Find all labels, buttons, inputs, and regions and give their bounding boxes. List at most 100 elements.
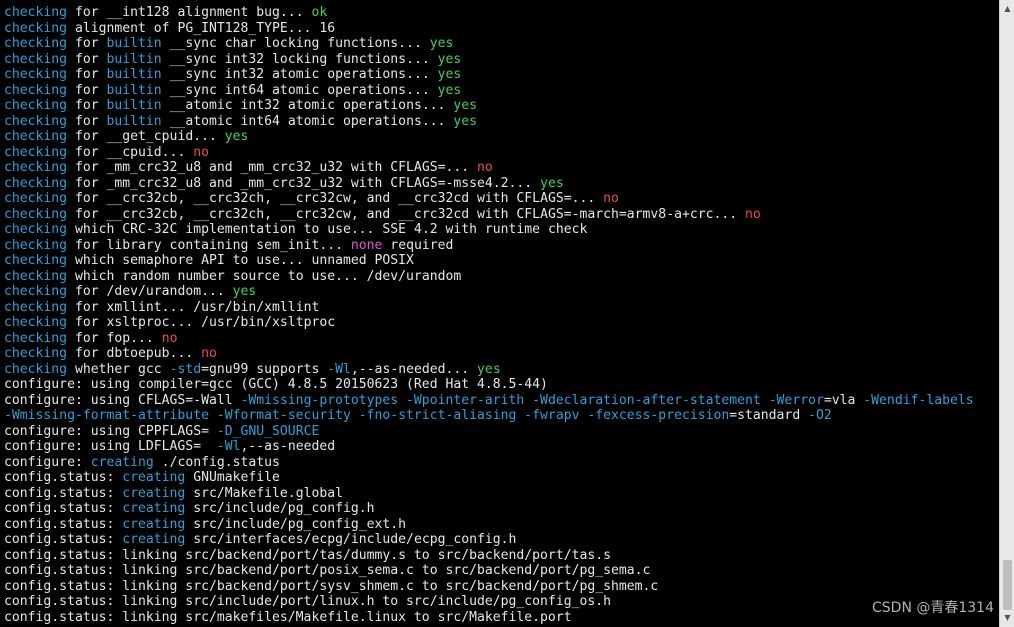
terminal-text-segment: configure: using LDFLAGS= bbox=[4, 439, 217, 454]
terminal-line: checking for /dev/urandom... yes bbox=[4, 284, 998, 300]
terminal-text-segment: checking bbox=[4, 129, 68, 144]
scrollbar-thumb[interactable] bbox=[1003, 560, 1012, 610]
terminal-line: checking alignment of PG_INT128_TYPE... … bbox=[4, 21, 998, 37]
terminal-text-segment: config.status: bbox=[4, 516, 123, 532]
terminal-text-segment: yes bbox=[437, 51, 462, 67]
terminal-text-segment: checking bbox=[4, 113, 68, 129]
terminal-text-segment: -std bbox=[169, 361, 202, 377]
terminal-line: checking for __crc32cb, __crc32ch, __crc… bbox=[4, 207, 998, 223]
terminal-text-segment: config.status: bbox=[4, 501, 123, 516]
terminal-line: configure: creating ./config.status bbox=[4, 455, 998, 471]
terminal-line: checking for __int128 alignment bug... o… bbox=[4, 5, 998, 21]
terminal-text-segment: alignment of PG_INT128_TYPE... 16 bbox=[67, 20, 336, 36]
terminal-text-segment: ,--as-needed... bbox=[350, 361, 478, 377]
terminal-text-segment: checking bbox=[4, 284, 68, 299]
terminal-text-segment: config.status: bbox=[4, 485, 123, 501]
terminal-text-segment: ok bbox=[311, 5, 328, 20]
terminal-line: checking for builtin __atomic int32 atom… bbox=[4, 98, 998, 114]
terminal-text-segment: for __get_cpuid... bbox=[67, 129, 225, 144]
terminal-text-segment: -Wl bbox=[216, 439, 241, 454]
terminal-text-segment: =standard bbox=[729, 408, 809, 423]
terminal-text-segment: ./config.status bbox=[153, 454, 280, 470]
terminal-text-segment: no bbox=[161, 330, 178, 346]
terminal-text-segment: for bbox=[67, 98, 107, 113]
terminal-line: checking for builtin __atomic int64 atom… bbox=[4, 114, 998, 130]
terminal-line: config.status: linking src/backend/port/… bbox=[4, 579, 998, 595]
terminal-line: configure: using compiler=gcc (GCC) 4.8.… bbox=[4, 377, 998, 393]
terminal-window[interactable]: checking for __int128 alignment bug... o… bbox=[0, 0, 1014, 627]
terminal-text-segment: -Wmissing-prototypes -Wpointer-arith -Wd… bbox=[240, 392, 824, 408]
terminal-text-segment: yes bbox=[437, 82, 462, 98]
terminal-text-segment: checking bbox=[4, 144, 68, 160]
terminal-text-segment: builtin bbox=[106, 82, 162, 98]
terminal-line: checking for builtin __sync int64 atomic… bbox=[4, 83, 998, 99]
terminal-text-segment: config.status: linking src/backend/port/… bbox=[4, 547, 611, 563]
terminal-text-segment: config.status: linking src/makefiles/Mak… bbox=[4, 609, 572, 625]
terminal-text-segment: whether gcc bbox=[67, 361, 170, 377]
terminal-text-segment: checking bbox=[4, 237, 68, 253]
terminal-text-segment: for dbtoepub... bbox=[67, 346, 202, 361]
terminal-text-segment: creating bbox=[122, 532, 186, 547]
terminal-text-segment: checking bbox=[4, 82, 68, 98]
terminal-text-segment: checking bbox=[4, 20, 68, 36]
terminal-text-segment: builtin bbox=[106, 36, 162, 51]
terminal-text-segment: no bbox=[603, 191, 619, 206]
terminal-text-segment: yes bbox=[232, 284, 257, 299]
terminal-text-segment: configure: using CPPFLAGS= bbox=[4, 423, 217, 439]
vertical-scrollbar[interactable]: ▲ ▼ bbox=[999, 0, 1014, 627]
terminal-line: config.status: linking src/makefiles/Mak… bbox=[4, 610, 998, 626]
terminal-text-segment: for bbox=[67, 67, 107, 82]
terminal-text-segment: config.status: linking src/include/port/… bbox=[4, 594, 611, 609]
terminal-text-segment: config.status: bbox=[4, 470, 123, 485]
terminal-text-segment: yes bbox=[453, 98, 478, 113]
scroll-up-arrow-icon[interactable]: ▲ bbox=[1000, 2, 1014, 16]
terminal-output: checking for __int128 alignment bug... o… bbox=[4, 5, 998, 625]
terminal-text-segment: no bbox=[193, 144, 209, 160]
terminal-line: config.status: creating GNUmakefile bbox=[4, 470, 998, 486]
terminal-text-segment: checking bbox=[4, 206, 68, 222]
terminal-text-segment: for bbox=[67, 82, 107, 98]
terminal-line: checking for xsltproc... /usr/bin/xsltpr… bbox=[4, 315, 998, 331]
terminal-text-segment: no bbox=[745, 206, 761, 222]
terminal-line: config.status: linking src/backend/port/… bbox=[4, 563, 998, 579]
terminal-line: checking for _mm_crc32_u8 and _mm_crc32_… bbox=[4, 160, 998, 176]
terminal-text-segment: configure: bbox=[4, 454, 91, 470]
terminal-text-segment: for xsltproc... /usr/bin/xsltproc bbox=[67, 315, 336, 330]
terminal-text-segment: which semaphore API to use... unnamed PO… bbox=[67, 253, 414, 268]
terminal-line: checking which random number source to u… bbox=[4, 269, 998, 285]
terminal-text-segment: which CRC-32C implementation to use... S… bbox=[67, 222, 588, 237]
terminal-line: checking which semaphore API to use... u… bbox=[4, 253, 998, 269]
terminal-text-segment: builtin bbox=[106, 51, 162, 67]
terminal-line: config.status: creating src/interfaces/e… bbox=[4, 532, 998, 548]
terminal-text-segment: builtin bbox=[106, 98, 162, 113]
terminal-text-segment: for /dev/urandom... bbox=[67, 284, 233, 299]
terminal-text-segment: =gnu99 supports bbox=[201, 361, 328, 377]
terminal-line: checking for __crc32cb, __crc32ch, __crc… bbox=[4, 191, 998, 207]
terminal-text-segment: checking bbox=[4, 253, 68, 268]
terminal-text-segment: checking bbox=[4, 222, 68, 237]
terminal-text-segment: builtin bbox=[106, 113, 162, 129]
terminal-line: -Wmissing-format-attribute -Wformat-secu… bbox=[4, 408, 998, 424]
terminal-text-segment: creating bbox=[122, 470, 186, 485]
terminal-text-segment: checking bbox=[4, 36, 68, 51]
terminal-text-segment: yes bbox=[453, 113, 478, 129]
terminal-line: checking for fop... no bbox=[4, 331, 998, 347]
terminal-line: config.status: creating src/include/pg_c… bbox=[4, 517, 998, 533]
terminal-text-segment: __atomic int64 atomic operations... bbox=[161, 113, 454, 129]
terminal-text-segment: checking bbox=[4, 346, 68, 361]
terminal-text-segment: src/interfaces/ecpg/include/ecpg_config.… bbox=[185, 532, 517, 547]
terminal-line: checking for _mm_crc32_u8 and _mm_crc32_… bbox=[4, 176, 998, 192]
terminal-text-segment: for library containing sem_init... bbox=[67, 237, 351, 253]
terminal-text-segment: yes bbox=[429, 36, 454, 51]
terminal-text-segment: config.status: linking src/backend/port/… bbox=[4, 578, 659, 594]
terminal-text-segment: __sync int32 locking functions... bbox=[161, 51, 438, 67]
terminal-text-segment: __atomic int32 atomic operations... bbox=[161, 98, 454, 113]
scroll-down-arrow-icon[interactable]: ▼ bbox=[1000, 611, 1014, 625]
terminal-text-segment: for bbox=[67, 36, 107, 51]
terminal-text-segment: __sync int32 atomic operations... bbox=[161, 67, 438, 82]
terminal-text-segment: checking bbox=[4, 51, 68, 67]
terminal-text-segment: checking bbox=[4, 268, 68, 284]
terminal-text-segment: for _mm_crc32_u8 and _mm_crc32_u32 with … bbox=[67, 175, 541, 191]
terminal-text-segment: src/include/pg_config.h bbox=[185, 501, 375, 516]
terminal-text-segment: checking bbox=[4, 299, 68, 315]
